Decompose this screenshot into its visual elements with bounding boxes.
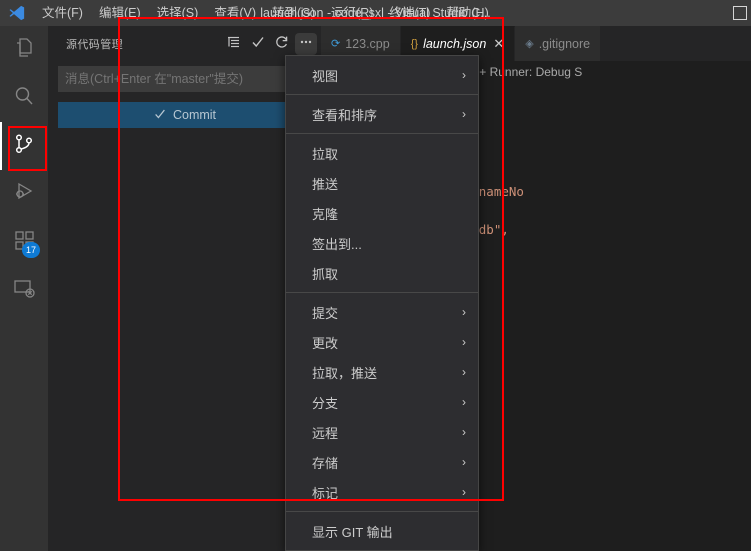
json-file-icon: {}: [410, 38, 419, 50]
ellipsis-icon: [298, 34, 314, 53]
chevron-right-icon: ›: [462, 485, 466, 499]
tab--gitignore[interactable]: ◈ .gitignore: [515, 26, 602, 61]
commit-message-box: [48, 61, 321, 92]
menu-item[interactable]: 查看和排序 ›: [286, 99, 478, 129]
menubar-item-7[interactable]: 帮助(H): [438, 0, 496, 26]
menu-item-label: 拉取: [312, 146, 339, 162]
sidebar-item-remote-explorer[interactable]: [0, 266, 48, 314]
refresh-icon: [274, 34, 290, 53]
more-actions-button[interactable]: [295, 32, 317, 55]
remote-explorer-icon: [12, 276, 36, 305]
chevron-right-icon: ›: [462, 335, 466, 349]
commit-button-label: Commit: [172, 108, 217, 122]
menu-item[interactable]: 签出到...: [286, 228, 478, 258]
panel-title: 源代码管理: [66, 38, 123, 51]
sidebar-item-explorer[interactable]: [0, 26, 48, 74]
vscode-logo-icon: [0, 0, 34, 26]
chevron-right-icon: ›: [462, 107, 466, 121]
cpp-file-icon: ⟳: [331, 38, 341, 50]
menu-item[interactable]: 更改 ›: [286, 327, 478, 357]
source-control-context-menu: 视图 › 查看和排序 › 拉取 推送 克隆 签出到... 抓取 提交 › 更改 › 拉取，推送 › 分支 › 远程…: [285, 55, 479, 551]
menu-item[interactable]: 推送: [286, 168, 478, 198]
menu-separator: [286, 94, 478, 95]
close-icon[interactable]: ✕: [493, 36, 504, 52]
menu-item-label: 更改: [312, 335, 339, 351]
menu-item-label: 拉取，推送: [312, 365, 378, 381]
menu-item-label: 查看和排序: [312, 107, 378, 123]
chevron-right-icon: ›: [462, 425, 466, 439]
menu-item[interactable]: 远程 ›: [286, 417, 478, 447]
search-icon: [12, 84, 36, 113]
menu-separator: [286, 511, 478, 512]
menu-item-label: 签出到...: [312, 236, 362, 252]
menu-item[interactable]: 标记 ›: [286, 477, 478, 507]
menu-item-label: 视图: [312, 68, 339, 84]
commit-button[interactable]: Commit: [58, 102, 311, 128]
menu-item-label: 远程: [312, 425, 339, 441]
menu-item[interactable]: 视图 ›: [286, 60, 478, 90]
commit-icon-button[interactable]: [247, 33, 269, 55]
extensions-badge: 17: [21, 242, 40, 258]
menu-item[interactable]: 存储 ›: [286, 447, 478, 477]
menu-separator: [286, 133, 478, 134]
menubar-item-2[interactable]: 选择(S): [149, 0, 207, 26]
menubar-item-0[interactable]: 文件(F): [34, 0, 91, 26]
menubar-item-1[interactable]: 编辑(E): [91, 0, 149, 26]
maximize-icon[interactable]: [733, 6, 747, 20]
menu-separator: [286, 292, 478, 293]
sidebar-item-source-control[interactable]: [0, 122, 48, 170]
chevron-right-icon: ›: [462, 455, 466, 469]
menubar-item-3[interactable]: 查看(V): [206, 0, 264, 26]
run-debug-icon: [12, 180, 36, 209]
sidebar-item-search[interactable]: [0, 74, 48, 122]
source-control-header: 源代码管理: [48, 26, 321, 61]
files-icon: [12, 36, 36, 65]
menu-item-label: 抓取: [312, 266, 339, 282]
title-bar: 文件(F) 编辑(E) 选择(S) 查看(V) 转到(G) 运行(R) 终端(T) 帮助(H)…: [0, 0, 751, 26]
sidebar-item-extensions[interactable]: 17: [0, 218, 48, 266]
menu-item-label: 分支: [312, 395, 339, 411]
vscode-window: 文件(F) 编辑(E) 选择(S) 查看(V) 转到(G) 运行(R) 终端(T) 帮助(H)…: [0, 0, 751, 551]
chevron-right-icon: ›: [462, 395, 466, 409]
menu-item[interactable]: 拉取: [286, 138, 478, 168]
refresh-button[interactable]: [271, 33, 293, 55]
source-control-actions: [223, 32, 317, 55]
activity-bar: 17: [0, 26, 48, 551]
check-icon: [153, 107, 167, 124]
menubar-item-5[interactable]: 运行(R): [323, 0, 381, 26]
menu-item[interactable]: 提交 ›: [286, 297, 478, 327]
tab-label: launch.json: [423, 37, 487, 51]
menubar-item-4[interactable]: 转到(G): [264, 0, 323, 26]
tab-label: 123.cpp: [345, 36, 390, 51]
source-control-panel: 源代码管理 消息(Ctrl+Enter 在"master"提交) Commit: [48, 26, 321, 551]
chevron-right-icon: ›: [462, 365, 466, 379]
window-controls: [727, 0, 747, 26]
menu-item[interactable]: 克隆: [286, 198, 478, 228]
menu-item[interactable]: 拉取，推送 ›: [286, 357, 478, 387]
source-control-icon: [12, 132, 36, 161]
menu-item[interactable]: 抓取: [286, 258, 478, 288]
menu-item-label: 克隆: [312, 206, 339, 222]
chevron-right-icon: ›: [462, 68, 466, 82]
tab-label: .gitignore: [538, 36, 591, 51]
sidebar-item-run-debug[interactable]: [0, 170, 48, 218]
menubar-item-6[interactable]: 终端(T): [381, 0, 438, 26]
menu-item-label: 推送: [312, 176, 339, 192]
git-file-icon: ◈: [525, 38, 534, 50]
view-as-tree-button[interactable]: [223, 33, 245, 55]
menu-bar: 文件(F) 编辑(E) 选择(S) 查看(V) 转到(G) 运行(R) 终端(T) 帮助(H): [34, 0, 497, 26]
commit-message-input[interactable]: [58, 66, 311, 92]
chevron-right-icon: ›: [462, 305, 466, 319]
list-tree-icon: [226, 34, 242, 53]
menu-item[interactable]: 分支 ›: [286, 387, 478, 417]
menu-item-label: 存储: [312, 455, 339, 471]
menu-item-label: 标记: [312, 485, 339, 501]
menu-item-label: 显示 GIT 输出: [312, 524, 393, 540]
check-icon: [250, 34, 266, 53]
menu-item-label: 提交: [312, 305, 339, 321]
menu-item[interactable]: 显示 GIT 输出: [286, 516, 478, 546]
